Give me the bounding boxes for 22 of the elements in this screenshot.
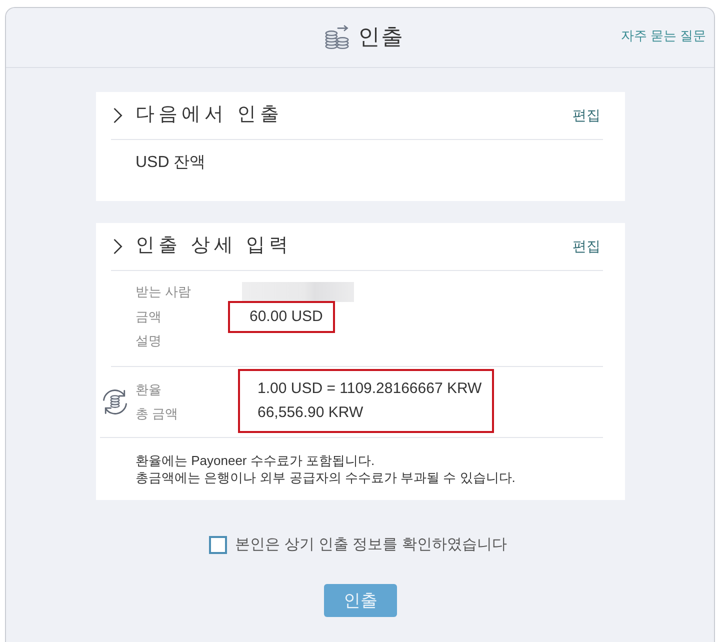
field-label: 받는 사람 xyxy=(136,283,192,302)
fee-note: 총금액에는 은행이나 외부 공급자의 수수료가 부과될 수 있습니다. xyxy=(136,468,516,486)
field-label: 설명 xyxy=(136,332,162,350)
field-value: 66,556.90 KRW xyxy=(258,403,364,423)
coins-icon xyxy=(324,24,350,50)
section-title: 인출 상세 입력 xyxy=(136,235,294,258)
field-value: 60.00 USD xyxy=(250,306,323,327)
edit-link[interactable]: 편집 xyxy=(572,238,600,255)
edit-link[interactable]: 편집 xyxy=(572,107,600,124)
section-title: 다음에서 인출 xyxy=(136,104,284,127)
chevron-icon[interactable] xyxy=(112,107,122,124)
field-label: 금액 xyxy=(136,308,162,326)
confirm-label[interactable]: 본인은 상기 인출 정보를 확인하였습니다 xyxy=(235,534,507,554)
field-label: 환율 xyxy=(136,380,162,398)
fee-note: 환율에는 Payoneer 수수료가 포함됩니다. xyxy=(136,452,376,468)
confirm-checkbox[interactable] xyxy=(209,536,228,554)
field-value: 1.00 USD = 1109.28166667 KRW xyxy=(258,379,482,399)
source-balance: USD 잔액 xyxy=(136,154,206,171)
chevron-icon[interactable] xyxy=(112,238,122,255)
page-title: 인출 xyxy=(358,24,404,51)
faq-link[interactable]: 자주 묻는 질문 xyxy=(620,28,706,44)
field-label: 총 금액 xyxy=(136,404,180,422)
